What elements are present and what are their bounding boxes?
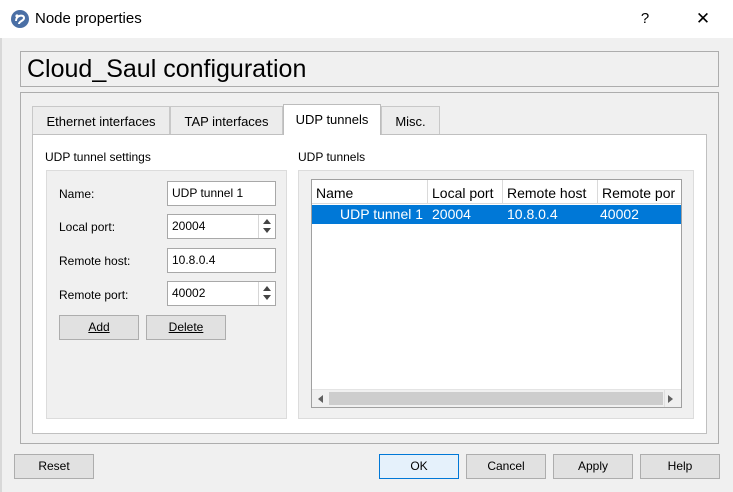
tab-misc[interactable]: Misc. (381, 106, 440, 135)
help-button-label: Help (667, 459, 693, 473)
column-header-remote-port[interactable]: Remote por (598, 180, 681, 204)
scroll-right-icon[interactable] (668, 395, 673, 403)
close-icon[interactable]: ✕ (688, 8, 718, 30)
scrollbar-thumb[interactable] (329, 392, 663, 405)
window-title: Node properties (35, 10, 142, 27)
add-button[interactable]: Add (59, 315, 139, 340)
cell-local-port: 20004 (432, 206, 471, 222)
remote-host-input[interactable]: 10.8.0.4 (167, 248, 276, 273)
tab-label: Misc. (395, 114, 426, 129)
apply-button-label: Apply (577, 459, 609, 473)
spin-down-icon[interactable] (263, 228, 271, 233)
apply-button[interactable]: Apply (553, 454, 633, 479)
spin-down-icon[interactable] (263, 295, 271, 300)
spin-arrows[interactable] (258, 215, 275, 238)
config-title-box: Cloud_Saul configuration (20, 51, 719, 87)
remote-port-label: Remote port: (59, 288, 129, 302)
cancel-button-label: Cancel (487, 459, 525, 473)
cell-remote-port: 40002 (600, 206, 639, 222)
spin-arrows[interactable] (258, 282, 275, 305)
tab-ethernet-interfaces[interactable]: Ethernet interfaces (32, 106, 170, 135)
spin-up-icon[interactable] (263, 286, 271, 291)
local-port-value: 20004 (172, 219, 206, 233)
tab-udp-tunnels[interactable]: UDP tunnels (283, 104, 381, 135)
config-title: Cloud_Saul configuration (27, 55, 307, 83)
tunnels-group-title: UDP tunnels (298, 150, 366, 164)
column-header-name[interactable]: Name (312, 180, 428, 204)
local-port-label: Local port: (59, 220, 116, 234)
window-edge (0, 38, 2, 492)
tunnels-table[interactable]: Name Local port Remote host Remote por U… (311, 179, 682, 408)
ok-button[interactable]: OK (379, 454, 459, 479)
help-title-button[interactable]: ? (634, 8, 656, 30)
delete-button-label: Delete (168, 320, 204, 334)
name-label: Name: (59, 187, 95, 201)
app-icon (11, 10, 29, 28)
scroll-left-icon[interactable] (318, 395, 323, 403)
remote-host-value: 10.8.0.4 (172, 253, 216, 267)
table-header: Name Local port Remote host Remote por (312, 180, 681, 204)
scrollbar-divider (664, 390, 665, 407)
help-button[interactable]: Help (640, 454, 720, 479)
name-input[interactable]: UDP tunnel 1 (167, 181, 276, 206)
table-row[interactable]: UDP tunnel 1 20004 10.8.0.4 40002 (312, 205, 681, 224)
cell-remote-host: 10.8.0.4 (507, 206, 558, 222)
remote-port-value: 40002 (172, 286, 206, 300)
remote-host-label: Remote host: (59, 254, 131, 268)
column-header-local-port[interactable]: Local port (428, 180, 503, 204)
remote-port-spinbox[interactable]: 40002 (167, 281, 276, 306)
cancel-button[interactable]: Cancel (466, 454, 546, 479)
tab-label: Ethernet interfaces (46, 114, 156, 129)
local-port-spinbox[interactable]: 20004 (167, 214, 276, 239)
tab-tap-interfaces[interactable]: TAP interfaces (170, 106, 283, 135)
ok-button-label: OK (410, 459, 428, 473)
spin-up-icon[interactable] (263, 219, 271, 224)
add-button-label: Add (88, 320, 110, 334)
column-header-remote-host[interactable]: Remote host (503, 180, 598, 204)
reset-button[interactable]: Reset (14, 454, 94, 479)
tab-label: UDP tunnels (295, 112, 369, 127)
settings-group-title: UDP tunnel settings (45, 150, 151, 164)
name-value: UDP tunnel 1 (172, 186, 244, 200)
delete-button[interactable]: Delete (146, 315, 226, 340)
title-bar: Node properties ? ✕ (0, 0, 733, 38)
horizontal-scrollbar[interactable] (312, 389, 681, 407)
cell-name: UDP tunnel 1 (340, 206, 424, 222)
tab-label: TAP interfaces (184, 114, 269, 129)
reset-button-label: Reset (38, 459, 70, 473)
